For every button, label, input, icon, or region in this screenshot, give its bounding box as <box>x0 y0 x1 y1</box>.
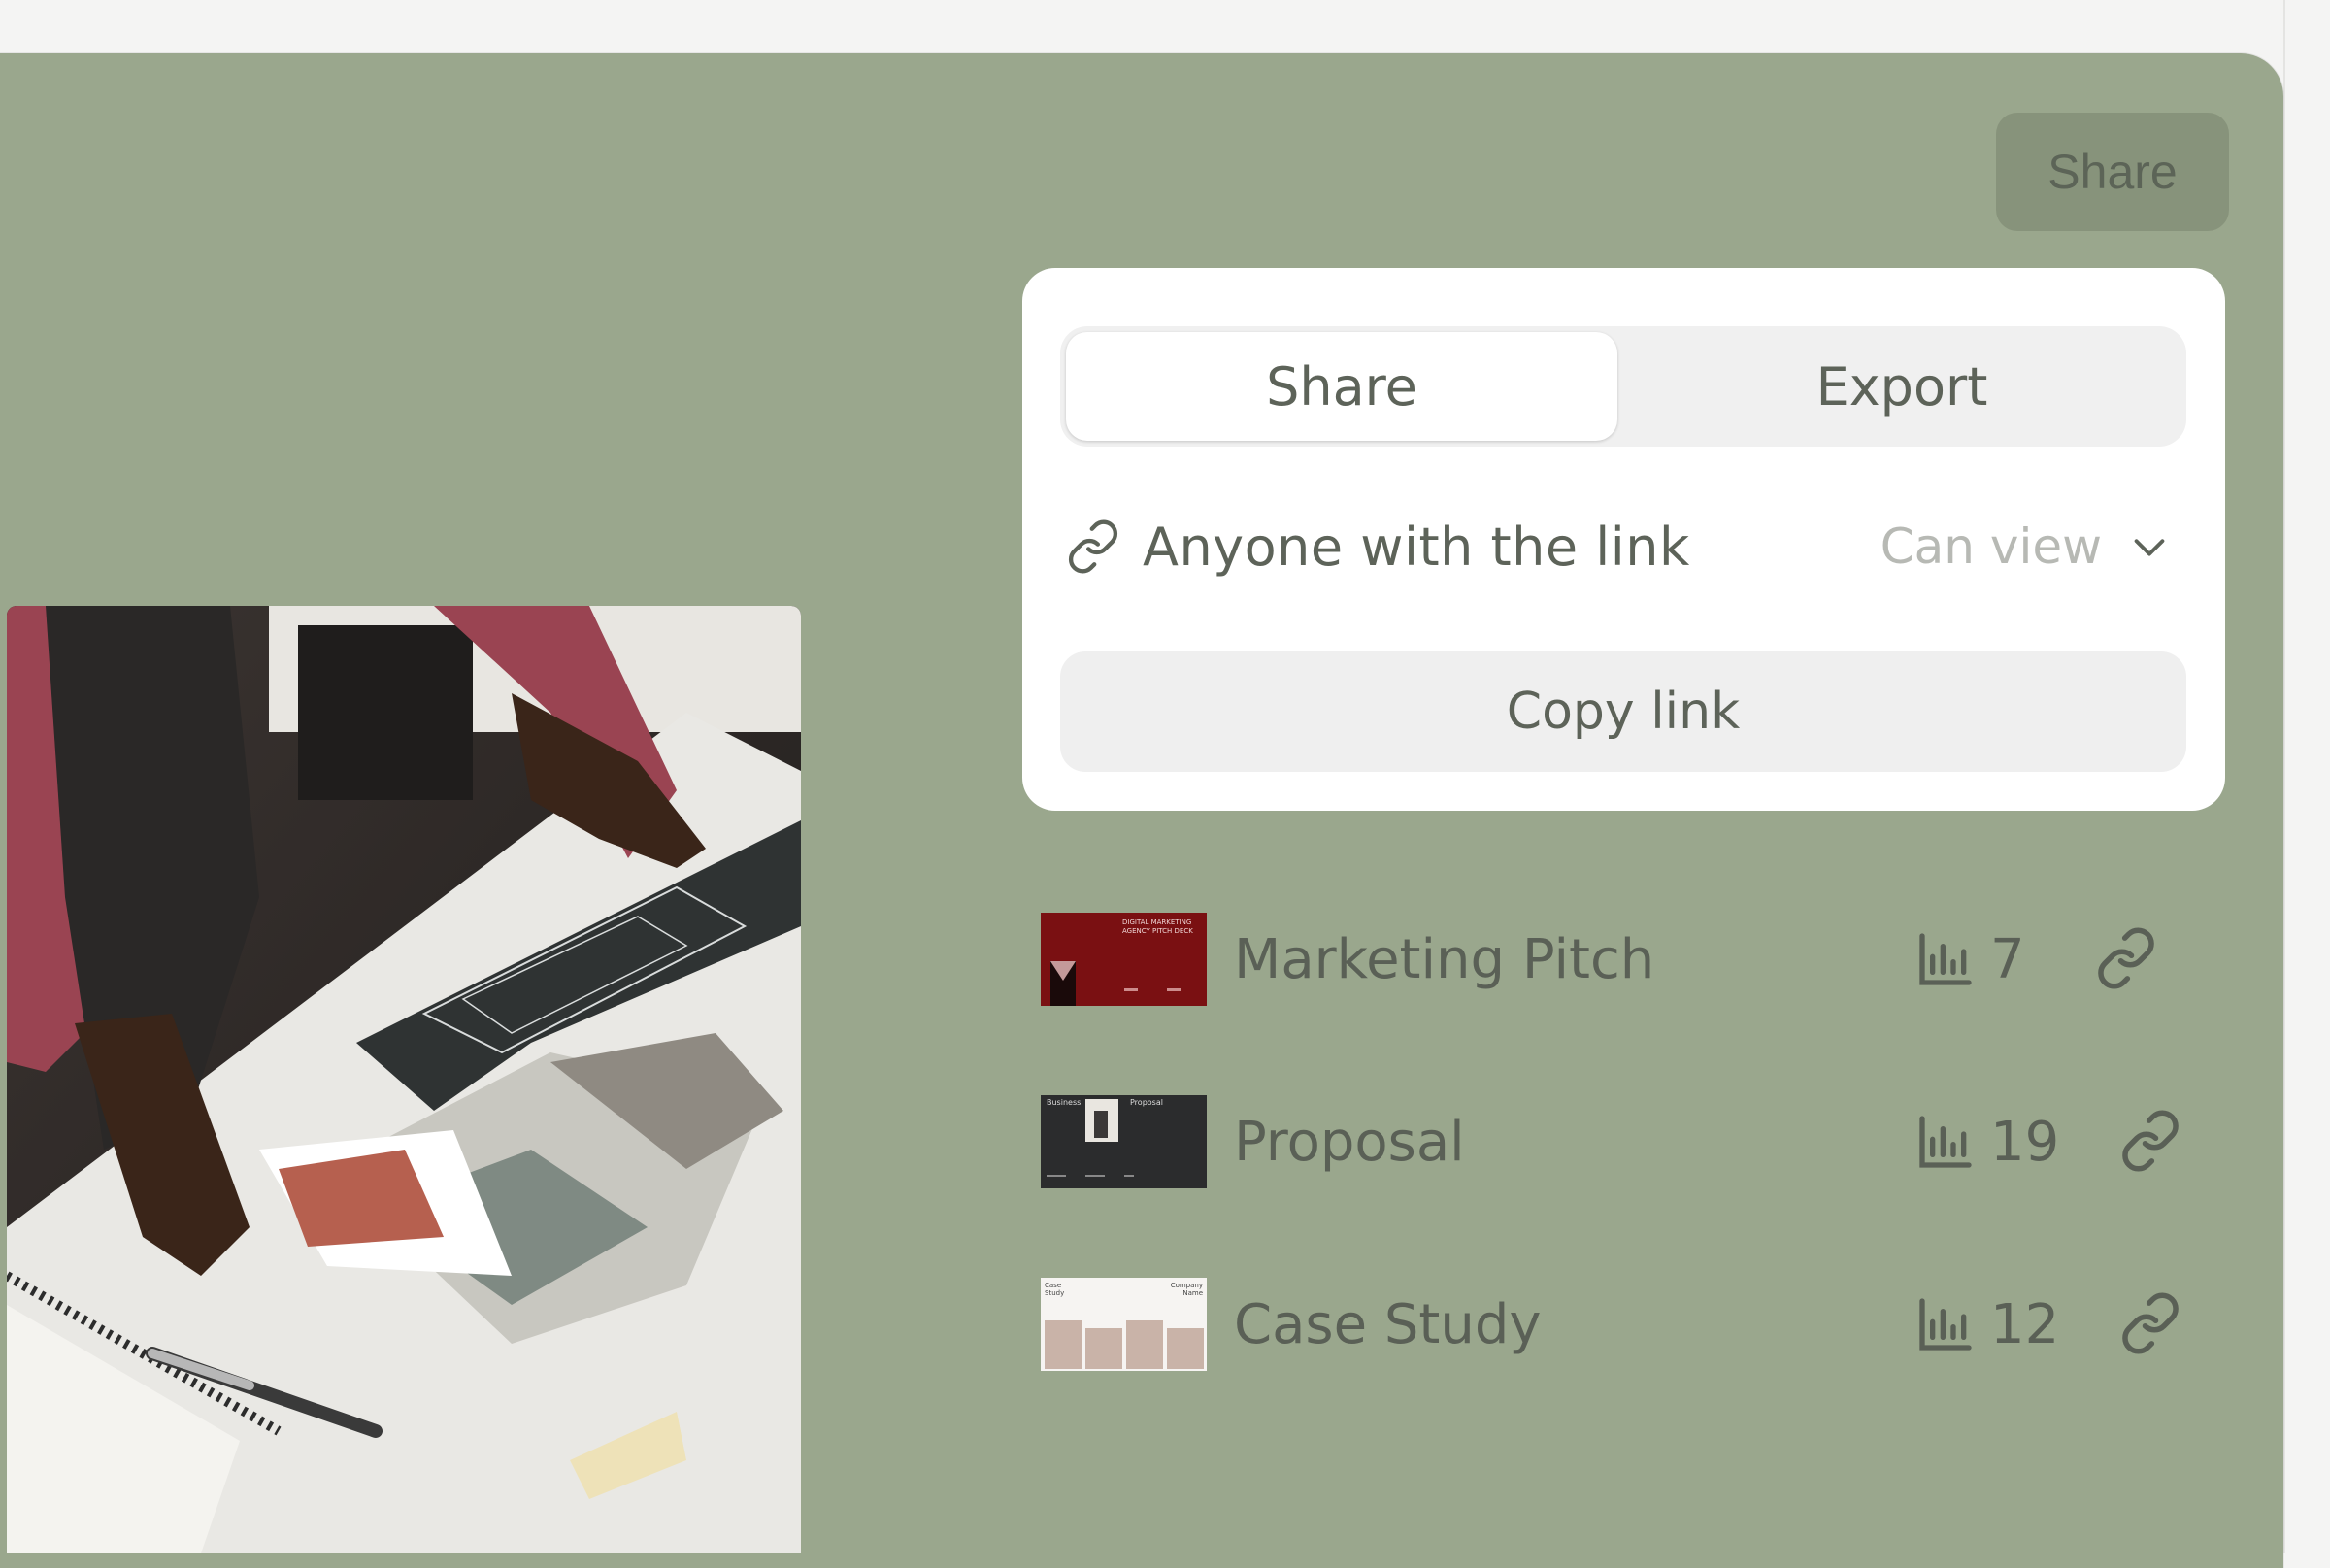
access-label: Anyone with the link <box>1143 516 1690 578</box>
view-count-value: 12 <box>1990 1292 2060 1356</box>
share-popover: Share Export Anyone with the link Can vi… <box>1022 268 2225 811</box>
view-count: 12 <box>1914 1278 2059 1371</box>
copy-link-icon[interactable] <box>2094 926 2158 990</box>
tab-export[interactable]: Export <box>1623 332 2180 441</box>
bar-chart-icon <box>1919 1298 1972 1351</box>
bar-chart-icon <box>1919 1116 1972 1168</box>
permission-value: Can view <box>1880 518 2102 575</box>
copy-link-button[interactable]: Copy link <box>1060 651 2186 772</box>
thumbnail-graphic <box>1047 1099 1134 1177</box>
share-export-tabs: Share Export <box>1060 326 2186 447</box>
share-button[interactable]: Share <box>1996 113 2229 231</box>
file-name: Marketing Pitch <box>1234 927 1655 991</box>
list-item-marketing-pitch[interactable]: DIGITAL MARKETING AGENCY PITCH DECK Mark… <box>1041 913 2186 1006</box>
view-count: 7 <box>1914 913 2025 1006</box>
workspace-photo <box>7 606 801 1553</box>
copy-link-icon[interactable] <box>2118 1109 2182 1173</box>
thumbnail-marketing-pitch: DIGITAL MARKETING AGENCY PITCH DECK <box>1041 913 1207 1006</box>
copy-link-icon[interactable] <box>2118 1291 2182 1355</box>
permission-dropdown[interactable]: Can view <box>1881 509 2172 584</box>
tab-share[interactable]: Share <box>1066 332 1617 441</box>
window-edge <box>2283 0 2330 1553</box>
chevron-down-icon <box>2134 539 2165 556</box>
view-count-value: 7 <box>1990 927 2025 991</box>
thumbnail-case-study: Case Study Company Name <box>1041 1278 1207 1371</box>
view-count-value: 19 <box>1990 1110 2060 1174</box>
list-item-proposal[interactable]: Business Proposal Proposal 19 <box>1041 1095 2186 1188</box>
thumbnail-graphic <box>1045 1320 1204 1369</box>
link-access-row: Anyone with the link Can view <box>1065 509 2172 584</box>
list-item-case-study[interactable]: Case Study Company Name Case Study 12 <box>1041 1278 2186 1371</box>
link-icon <box>1068 519 1118 574</box>
thumbnail-graphic <box>1050 961 1181 1006</box>
view-count: 19 <box>1914 1095 2059 1188</box>
workspace-photo-image <box>7 606 801 1553</box>
thumbnail-proposal: Business Proposal <box>1041 1095 1207 1188</box>
bar-chart-icon <box>1919 933 1972 985</box>
